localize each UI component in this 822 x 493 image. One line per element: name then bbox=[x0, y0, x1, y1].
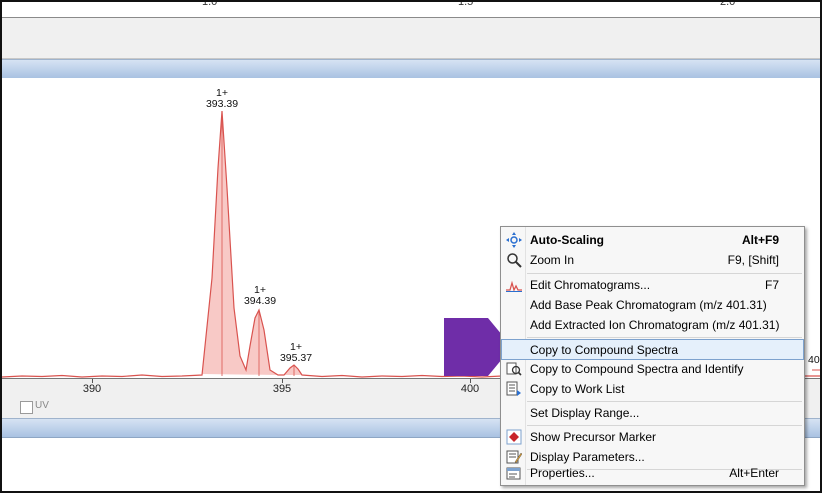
menu-separator bbox=[527, 273, 802, 274]
menu-item-shortcut: Alt+Enter bbox=[729, 466, 779, 480]
menu-item-shortcut: Alt+F9 bbox=[741, 233, 779, 247]
menu-item-label: Show Precursor Marker bbox=[530, 430, 657, 444]
menu-item-label: Edit Chromatograms... bbox=[530, 278, 651, 292]
auto-scaling-icon bbox=[506, 232, 522, 248]
chromatogram-icon bbox=[506, 280, 522, 292]
top-axis-tick: 1.5 bbox=[458, 0, 474, 8]
top-axis-tick: 1.0 bbox=[202, 0, 218, 8]
menu-separator bbox=[527, 401, 802, 402]
menu-item-zoom-in[interactable]: Zoom In F9, [Shift] bbox=[502, 250, 803, 270]
work-list-icon bbox=[506, 381, 521, 396]
menu-item-add-base-peak-chromatogram[interactable]: Add Base Peak Chromatogram (m/z 401.31) bbox=[502, 295, 803, 315]
menu-item-label: Copy to Compound Spectra and Identify bbox=[530, 362, 744, 376]
menu-item-copy-to-compound-spectra-and-identify[interactable]: Copy to Compound Spectra and Identify bbox=[502, 359, 803, 379]
menu-item-label: Copy to Work List bbox=[530, 382, 625, 396]
peak-label-395: 1+ 395.37 bbox=[280, 342, 312, 364]
uv-checkbox[interactable] bbox=[20, 401, 33, 414]
identify-icon bbox=[506, 362, 522, 376]
mz-tick-label: 390 bbox=[82, 383, 102, 395]
spectrum-header-bar[interactable] bbox=[2, 59, 820, 79]
menu-item-label: Set Display Range... bbox=[530, 406, 640, 420]
menu-item-show-precursor-marker[interactable]: Show Precursor Marker bbox=[502, 427, 803, 447]
menu-item-label: Add Base Peak Chromatogram (m/z 401.31) bbox=[530, 298, 767, 312]
menu-item-label: Copy to Compound Spectra bbox=[530, 343, 679, 357]
menu-item-copy-to-work-list[interactable]: Copy to Work List bbox=[502, 379, 803, 399]
properties-icon bbox=[506, 467, 521, 480]
peak-label-393: 1+ 393.39 bbox=[206, 88, 238, 110]
menu-item-shortcut: F7 bbox=[764, 278, 779, 292]
menu-item-copy-to-compound-spectra[interactable]: Copy to Compound Spectra bbox=[501, 339, 804, 360]
menu-item-label: Add Extracted Ion Chromatogram (m/z 401.… bbox=[530, 318, 780, 332]
menu-item-label: Zoom In bbox=[530, 253, 575, 267]
menu-item-properties[interactable]: Properties... Alt+Enter bbox=[502, 463, 803, 483]
menu-item-label: Properties... bbox=[530, 466, 595, 480]
context-menu: Auto-Scaling Alt+F9 Zoom In F9, [Shift] … bbox=[500, 226, 805, 486]
uv-checkbox-label: UV bbox=[35, 400, 49, 411]
menu-item-set-display-range[interactable]: Set Display Range... bbox=[502, 403, 803, 423]
peak-mz: 395.37 bbox=[279, 352, 313, 364]
menu-separator bbox=[527, 337, 802, 338]
peak-label-409-partial: 409 bbox=[808, 354, 820, 366]
top-axis-tick: 2.0 bbox=[720, 0, 736, 8]
peak-label-394: 1+ 394.39 bbox=[244, 285, 276, 307]
magnifier-icon bbox=[507, 253, 522, 268]
menu-item-add-extracted-ion-chromatogram[interactable]: Add Extracted Ion Chromatogram (m/z 401.… bbox=[502, 315, 803, 335]
menu-item-auto-scaling[interactable]: Auto-Scaling Alt+F9 bbox=[502, 230, 803, 250]
top-time-axis: 1.0 1.5 2.0 bbox=[2, 2, 820, 18]
menu-separator bbox=[527, 425, 802, 426]
precursor-marker-icon bbox=[506, 429, 522, 445]
chromatogram-lower-band bbox=[2, 18, 820, 59]
menu-item-label: Auto-Scaling bbox=[530, 233, 604, 247]
peak-mz: 394.39 bbox=[243, 295, 277, 307]
mz-tick-label: 395 bbox=[272, 383, 292, 395]
peak-mz: 393.39 bbox=[205, 98, 239, 110]
mz-tick-label: 400 bbox=[460, 383, 480, 395]
menu-item-edit-chromatograms[interactable]: Edit Chromatograms... F7 bbox=[502, 275, 803, 295]
menu-item-shortcut: F9, [Shift] bbox=[727, 253, 779, 267]
